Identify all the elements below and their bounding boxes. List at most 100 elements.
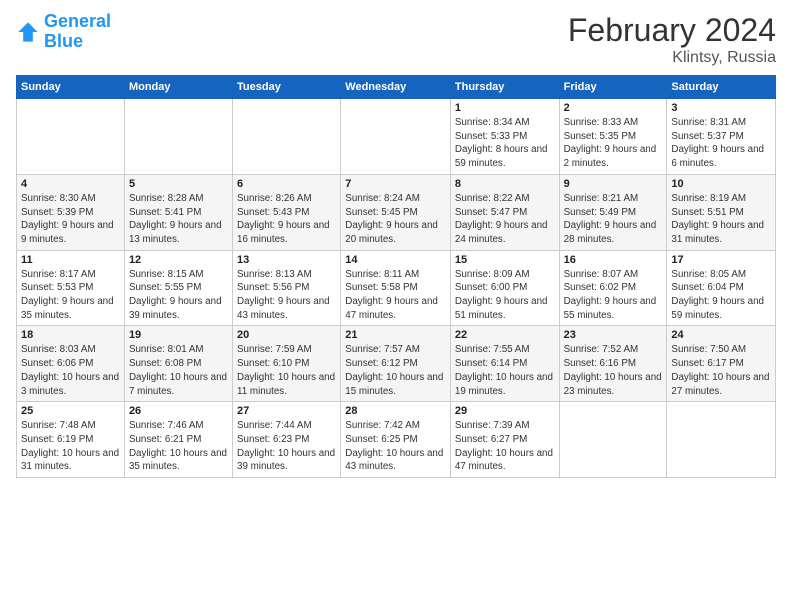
calendar-cell: 6 Sunrise: 8:26 AM Sunset: 5:43 PM Daylig… xyxy=(233,174,341,250)
calendar-cell: 27 Sunrise: 7:44 AM Sunset: 6:23 PM Dayli… xyxy=(233,402,341,478)
day-number: 25 xyxy=(21,405,120,417)
day-info: Sunrise: 8:33 AM Sunset: 5:35 PM Dayligh… xyxy=(564,116,663,171)
day-info: Sunrise: 7:59 AM Sunset: 6:10 PM Dayligh… xyxy=(237,343,336,398)
day-number: 6 xyxy=(237,178,336,190)
main-title: February 2024 xyxy=(568,12,776,49)
logo: General Blue xyxy=(16,12,111,52)
day-number: 9 xyxy=(564,178,663,190)
day-number: 8 xyxy=(455,178,555,190)
calendar-cell: 2 Sunrise: 8:33 AM Sunset: 5:35 PM Daylig… xyxy=(559,99,667,175)
day-info: Sunrise: 8:05 AM Sunset: 6:04 PM Dayligh… xyxy=(671,268,771,323)
calendar-day-header: Thursday xyxy=(450,76,559,99)
calendar-cell: 14 Sunrise: 8:11 AM Sunset: 5:58 PM Dayli… xyxy=(341,250,451,326)
calendar-cell: 25 Sunrise: 7:48 AM Sunset: 6:19 PM Dayli… xyxy=(17,402,125,478)
day-info: Sunrise: 8:22 AM Sunset: 5:47 PM Dayligh… xyxy=(455,192,555,247)
day-number: 18 xyxy=(21,329,120,341)
day-number: 2 xyxy=(564,102,663,114)
day-number: 7 xyxy=(345,178,446,190)
logo-icon xyxy=(16,20,40,44)
day-info: Sunrise: 8:03 AM Sunset: 6:06 PM Dayligh… xyxy=(21,343,120,398)
calendar-cell: 21 Sunrise: 7:57 AM Sunset: 6:12 PM Dayli… xyxy=(341,326,451,402)
calendar-day-header: Sunday xyxy=(17,76,125,99)
day-number: 19 xyxy=(129,329,228,341)
calendar-week-row: 1 Sunrise: 8:34 AM Sunset: 5:33 PM Daylig… xyxy=(17,99,776,175)
calendar-day-header: Friday xyxy=(559,76,667,99)
header: General Blue February 2024 Klintsy, Russ… xyxy=(16,12,776,67)
day-info: Sunrise: 8:28 AM Sunset: 5:41 PM Dayligh… xyxy=(129,192,228,247)
day-number: 26 xyxy=(129,405,228,417)
calendar-cell: 17 Sunrise: 8:05 AM Sunset: 6:04 PM Dayli… xyxy=(667,250,776,326)
day-info: Sunrise: 7:39 AM Sunset: 6:27 PM Dayligh… xyxy=(455,419,555,474)
calendar-cell: 23 Sunrise: 7:52 AM Sunset: 6:16 PM Dayli… xyxy=(559,326,667,402)
day-info: Sunrise: 8:15 AM Sunset: 5:55 PM Dayligh… xyxy=(129,268,228,323)
subtitle: Klintsy, Russia xyxy=(568,49,776,67)
day-info: Sunrise: 7:57 AM Sunset: 6:12 PM Dayligh… xyxy=(345,343,446,398)
day-number: 24 xyxy=(671,329,771,341)
calendar-cell: 1 Sunrise: 8:34 AM Sunset: 5:33 PM Daylig… xyxy=(450,99,559,175)
title-block: February 2024 Klintsy, Russia xyxy=(568,12,776,67)
day-info: Sunrise: 8:01 AM Sunset: 6:08 PM Dayligh… xyxy=(129,343,228,398)
day-number: 5 xyxy=(129,178,228,190)
calendar-week-row: 11Sunrise: 8:17 AM Sunset: 5:53 PM Dayli… xyxy=(17,250,776,326)
day-number: 27 xyxy=(237,405,336,417)
calendar-cell xyxy=(341,99,451,175)
day-info: Sunrise: 8:34 AM Sunset: 5:33 PM Dayligh… xyxy=(455,116,555,171)
day-number: 23 xyxy=(564,329,663,341)
calendar-cell: 8 Sunrise: 8:22 AM Sunset: 5:47 PM Daylig… xyxy=(450,174,559,250)
calendar-day-header: Monday xyxy=(124,76,232,99)
day-number: 13 xyxy=(237,254,336,266)
day-info: Sunrise: 8:09 AM Sunset: 6:00 PM Dayligh… xyxy=(455,268,555,323)
calendar-cell: 16Sunrise: 8:07 AM Sunset: 6:02 PM Dayli… xyxy=(559,250,667,326)
day-number: 16 xyxy=(564,254,663,266)
calendar-week-row: 25 Sunrise: 7:48 AM Sunset: 6:19 PM Dayli… xyxy=(17,402,776,478)
day-number: 1 xyxy=(455,102,555,114)
page: General Blue February 2024 Klintsy, Russ… xyxy=(0,0,792,612)
day-number: 14 xyxy=(345,254,446,266)
calendar-cell: 22Sunrise: 7:55 AM Sunset: 6:14 PM Dayli… xyxy=(450,326,559,402)
calendar-cell xyxy=(124,99,232,175)
calendar-week-row: 18 Sunrise: 8:03 AM Sunset: 6:06 PM Dayli… xyxy=(17,326,776,402)
day-number: 28 xyxy=(345,405,446,417)
day-number: 3 xyxy=(671,102,771,114)
day-number: 17 xyxy=(671,254,771,266)
day-info: Sunrise: 8:24 AM Sunset: 5:45 PM Dayligh… xyxy=(345,192,446,247)
calendar-cell xyxy=(559,402,667,478)
day-number: 21 xyxy=(345,329,446,341)
day-info: Sunrise: 8:17 AM Sunset: 5:53 PM Dayligh… xyxy=(21,268,120,323)
calendar-cell: 4 Sunrise: 8:30 AM Sunset: 5:39 PM Daylig… xyxy=(17,174,125,250)
day-number: 10 xyxy=(671,178,771,190)
calendar-cell xyxy=(233,99,341,175)
calendar-cell: 5 Sunrise: 8:28 AM Sunset: 5:41 PM Daylig… xyxy=(124,174,232,250)
calendar-week-row: 4 Sunrise: 8:30 AM Sunset: 5:39 PM Daylig… xyxy=(17,174,776,250)
calendar-cell: 19 Sunrise: 8:01 AM Sunset: 6:08 PM Dayli… xyxy=(124,326,232,402)
logo-text: General Blue xyxy=(44,12,111,52)
calendar-day-header: Wednesday xyxy=(341,76,451,99)
calendar-cell: 12 Sunrise: 8:15 AM Sunset: 5:55 PM Dayli… xyxy=(124,250,232,326)
day-number: 29 xyxy=(455,405,555,417)
calendar-cell: 29 Sunrise: 7:39 AM Sunset: 6:27 PM Dayli… xyxy=(450,402,559,478)
day-info: Sunrise: 8:21 AM Sunset: 5:49 PM Dayligh… xyxy=(564,192,663,247)
logo-line1: General xyxy=(44,11,111,31)
day-info: Sunrise: 7:48 AM Sunset: 6:19 PM Dayligh… xyxy=(21,419,120,474)
calendar: SundayMondayTuesdayWednesdayThursdayFrid… xyxy=(16,75,776,478)
logo-line2: Blue xyxy=(44,31,83,51)
day-info: Sunrise: 7:44 AM Sunset: 6:23 PM Dayligh… xyxy=(237,419,336,474)
calendar-cell xyxy=(667,402,776,478)
day-number: 20 xyxy=(237,329,336,341)
day-info: Sunrise: 8:13 AM Sunset: 5:56 PM Dayligh… xyxy=(237,268,336,323)
calendar-day-header: Saturday xyxy=(667,76,776,99)
day-info: Sunrise: 8:26 AM Sunset: 5:43 PM Dayligh… xyxy=(237,192,336,247)
calendar-cell: 11Sunrise: 8:17 AM Sunset: 5:53 PM Dayli… xyxy=(17,250,125,326)
calendar-cell: 24Sunrise: 7:50 AM Sunset: 6:17 PM Dayli… xyxy=(667,326,776,402)
day-info: Sunrise: 7:52 AM Sunset: 6:16 PM Dayligh… xyxy=(564,343,663,398)
calendar-cell: 18 Sunrise: 8:03 AM Sunset: 6:06 PM Dayli… xyxy=(17,326,125,402)
calendar-cell: 26Sunrise: 7:46 AM Sunset: 6:21 PM Dayli… xyxy=(124,402,232,478)
day-number: 12 xyxy=(129,254,228,266)
day-number: 4 xyxy=(21,178,120,190)
day-info: Sunrise: 7:42 AM Sunset: 6:25 PM Dayligh… xyxy=(345,419,446,474)
calendar-cell: 13 Sunrise: 8:13 AM Sunset: 5:56 PM Dayli… xyxy=(233,250,341,326)
calendar-cell: 28 Sunrise: 7:42 AM Sunset: 6:25 PM Dayli… xyxy=(341,402,451,478)
calendar-cell: 10Sunrise: 8:19 AM Sunset: 5:51 PM Dayli… xyxy=(667,174,776,250)
day-info: Sunrise: 8:30 AM Sunset: 5:39 PM Dayligh… xyxy=(21,192,120,247)
day-info: Sunrise: 8:11 AM Sunset: 5:58 PM Dayligh… xyxy=(345,268,446,323)
